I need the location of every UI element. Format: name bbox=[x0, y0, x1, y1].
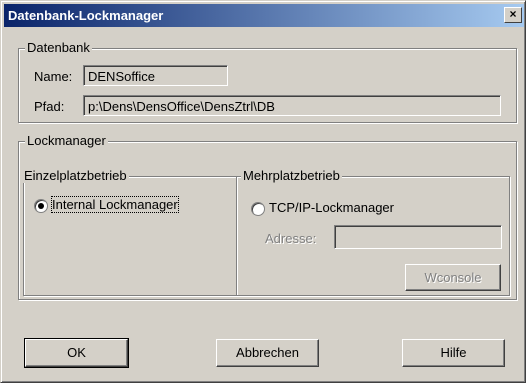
pfad-label: Pfad: bbox=[34, 99, 65, 114]
datenbank-legend: Datenbank bbox=[25, 40, 92, 55]
ok-button[interactable]: OK bbox=[24, 338, 129, 368]
name-label: Name: bbox=[34, 69, 73, 84]
datenbank-group: Datenbank Name: DENSoffice Pfad: p:\Dens… bbox=[18, 40, 517, 123]
tcpip-lockmanager-label[interactable]: TCP/IP-Lockmanager bbox=[269, 200, 394, 215]
adresse-input bbox=[334, 225, 502, 249]
hilfe-button[interactable]: Hilfe bbox=[402, 339, 505, 367]
einzelplatz-group: Einzelplatzbetrieb Internal Lockmanager bbox=[22, 168, 237, 296]
pfad-field: p:\Dens\DensOffice\DensZtrl\DB bbox=[83, 95, 501, 116]
einzelplatz-legend: Einzelplatzbetrieb bbox=[22, 168, 129, 183]
name-field: DENSoffice bbox=[83, 65, 228, 86]
mehrplatz-legend: Mehrplatzbetrieb bbox=[241, 168, 342, 183]
abbrechen-button[interactable]: Abbrechen bbox=[216, 339, 319, 367]
adresse-label: Adresse: bbox=[265, 231, 317, 246]
window-title: Datenbank-Lockmanager bbox=[8, 8, 164, 23]
internal-lockmanager-label[interactable]: Internal Lockmanager bbox=[51, 196, 179, 213]
tcpip-lockmanager-radio[interactable] bbox=[251, 202, 265, 216]
internal-lockmanager-radio[interactable] bbox=[34, 199, 48, 213]
lockmanager-legend: Lockmanager bbox=[25, 133, 108, 148]
title-bar[interactable]: Datenbank-Lockmanager × bbox=[4, 4, 524, 27]
lockmanager-group: Lockmanager Einzelplatzbetrieb Internal … bbox=[18, 133, 517, 300]
dialog-window: Datenbank-Lockmanager × Datenbank Name: … bbox=[0, 0, 526, 383]
mehrplatz-group: Mehrplatzbetrieb TCP/IP-Lockmanager Adre… bbox=[236, 168, 510, 296]
wconsole-button: Wconsole bbox=[405, 264, 501, 291]
close-icon[interactable]: × bbox=[504, 7, 522, 23]
